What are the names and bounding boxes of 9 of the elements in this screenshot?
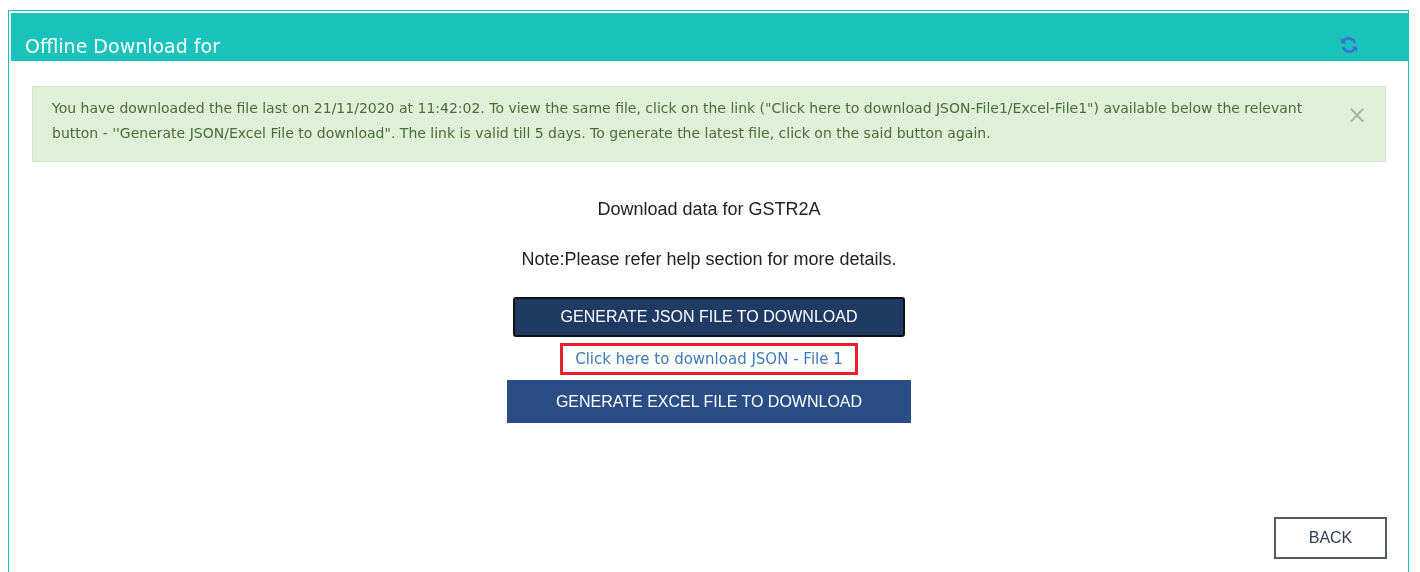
panel-title: Offline Download for	[25, 35, 220, 57]
download-heading: Download data for GSTR2A	[597, 199, 821, 220]
help-note: Note:Please refer help section for more details.	[521, 249, 897, 270]
refresh-icon[interactable]	[1339, 35, 1359, 55]
download-link[interactable]: Click here to download JSON - File 1	[560, 343, 858, 375]
generate-button[interactable]: GENERATE EXCEL FILE TO DOWNLOAD	[507, 380, 911, 423]
generate-button[interactable]: GENERATE JSON FILE TO DOWNLOAD	[513, 297, 905, 337]
back-button[interactable]: BACK	[1274, 517, 1387, 559]
alert-message: You have downloaded the file last on 21/11/2020 at 11:42:02. To view the same file, click on the link ("Click here to download JSON-File1/Excel-File1") available below the relevant button - ''Generate JSON/Excel File to download". The link is valid till 5 days. To generate the latest file, click on the said button again.	[52, 99, 1304, 143]
